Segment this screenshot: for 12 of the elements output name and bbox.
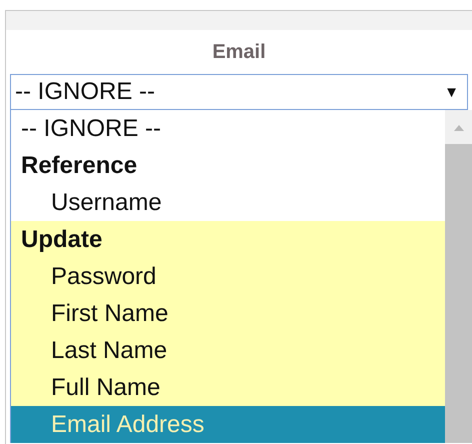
select-field[interactable]: -- IGNORE -- ▼ [10, 74, 468, 110]
dropdown-option[interactable]: Full Name [11, 369, 445, 406]
option-group-label: Update [20, 224, 104, 254]
dropdown-option[interactable]: Last Name [11, 332, 445, 369]
scroll-up-icon[interactable] [452, 124, 464, 132]
dropdown-option[interactable]: First Name [11, 295, 445, 332]
dropdown-option[interactable]: -- IGNORE -- [11, 110, 445, 147]
option-group-label: Reference [20, 150, 138, 180]
column-header: Email [211, 40, 267, 64]
dropdown-option[interactable]: Password [11, 258, 445, 295]
dropdown-option[interactable]: Username [11, 184, 445, 221]
dropdown-arrow-icon: ▼ [444, 84, 459, 100]
